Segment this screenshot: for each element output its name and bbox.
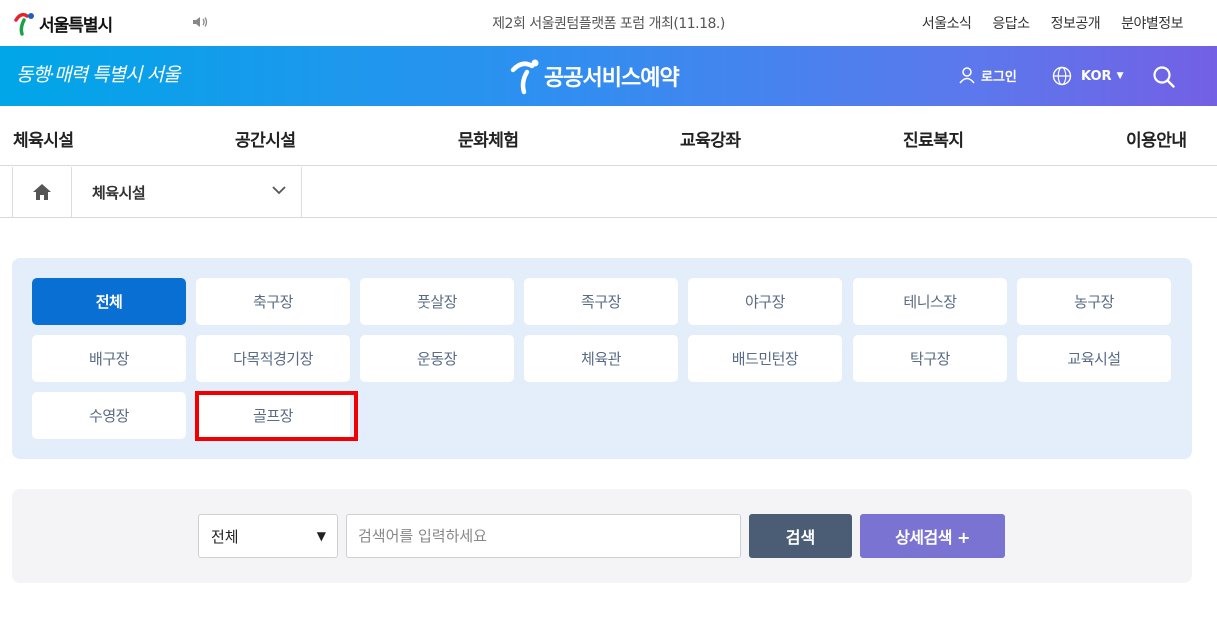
breadcrumb-current-label: 체육시설 [92,183,146,202]
service-logo-icon [510,59,539,95]
category-playground-button[interactable]: 운동장 [360,335,514,382]
nav-medical-welfare[interactable]: 진료복지 [903,126,964,151]
category-all-button[interactable]: 전체 [32,278,186,325]
top-link-seoul-news[interactable]: 서울소식 [922,13,972,33]
nav-education-courses[interactable]: 교육강좌 [680,126,741,151]
category-futsal-button[interactable]: 풋살장 [360,278,514,325]
service-title: 공공서비스예약 [544,66,680,91]
category-education-facility-button[interactable]: 교육시설 [1017,335,1171,382]
category-multipurpose-stadium-button[interactable]: 다목적경기장 [196,335,350,382]
login-button[interactable]: 로그인 [959,66,1017,85]
nav-culture-experience[interactable]: 문화체험 [458,126,519,151]
top-link-info-disclosure[interactable]: 정보공개 [1051,13,1101,33]
site-header-banner: 동행·매력 특별시 서울 공공서비스예약 로그인 KOR ▼ [0,46,1217,106]
category-gymnasium-button[interactable]: 체육관 [524,335,678,382]
category-table-tennis-button[interactable]: 탁구장 [853,335,1007,382]
category-golf-button[interactable]: 골프장 [196,392,350,439]
breadcrumb: 체육시설 [0,167,1217,218]
home-button[interactable] [12,167,72,217]
category-volleyball-button[interactable]: 배구장 [32,335,186,382]
category-swimming-pool-button[interactable]: 수영장 [32,392,186,439]
globe-icon [1052,66,1072,86]
category-badminton-button[interactable]: 배드민턴장 [688,335,842,382]
category-footvolley-button[interactable]: 족구장 [524,278,678,325]
nav-sports-facilities[interactable]: 체육시설 [13,126,74,151]
login-label: 로그인 [981,70,1017,85]
top-utility-bar: 서울특별시 제2회 서울퀀텀플랫폼 포럼 개최(11.18.) 서울소식 응답소… [0,0,1217,46]
user-icon [959,67,975,84]
top-links: 서울소식 응답소 정보공개 분야별정보 [901,13,1184,33]
language-label: KOR [1081,68,1112,84]
search-scope-select[interactable]: 전체 ▼ [198,514,338,558]
search-scope-value: 전체 [211,527,239,546]
dropdown-arrow-icon: ▼ [316,529,326,543]
category-basketball-button[interactable]: 농구장 [1017,278,1171,325]
detailed-search-button[interactable]: 상세검색 + [860,514,1005,558]
search-icon[interactable] [1152,65,1176,93]
breadcrumb-category-dropdown[interactable]: 체육시설 [72,167,302,217]
category-tennis-button[interactable]: 테니스장 [853,278,1007,325]
category-soccer-button[interactable]: 축구장 [196,278,350,325]
language-selector[interactable]: KOR ▼ [1052,66,1123,86]
nav-usage-guide[interactable]: 이용안내 [1126,126,1187,151]
chevron-down-icon [272,186,286,195]
search-button[interactable]: 검색 [749,514,852,558]
nav-space-facilities[interactable]: 공간시설 [235,126,296,151]
category-baseball-button[interactable]: 야구장 [688,278,842,325]
slogan-logo[interactable]: 동행·매력 특별시 서울 [16,60,180,87]
top-link-response[interactable]: 응답소 [992,13,1030,33]
search-input[interactable] [346,514,741,558]
main-navigation: 체육시설 공간시설 문화체험 교육강좌 진료복지 이용안내 [0,106,1217,166]
home-icon [33,184,51,200]
caret-down-icon: ▼ [1116,71,1124,81]
top-link-field-info[interactable]: 분야별정보 [1121,13,1183,33]
service-logo[interactable]: 공공서비스예약 [510,56,680,96]
